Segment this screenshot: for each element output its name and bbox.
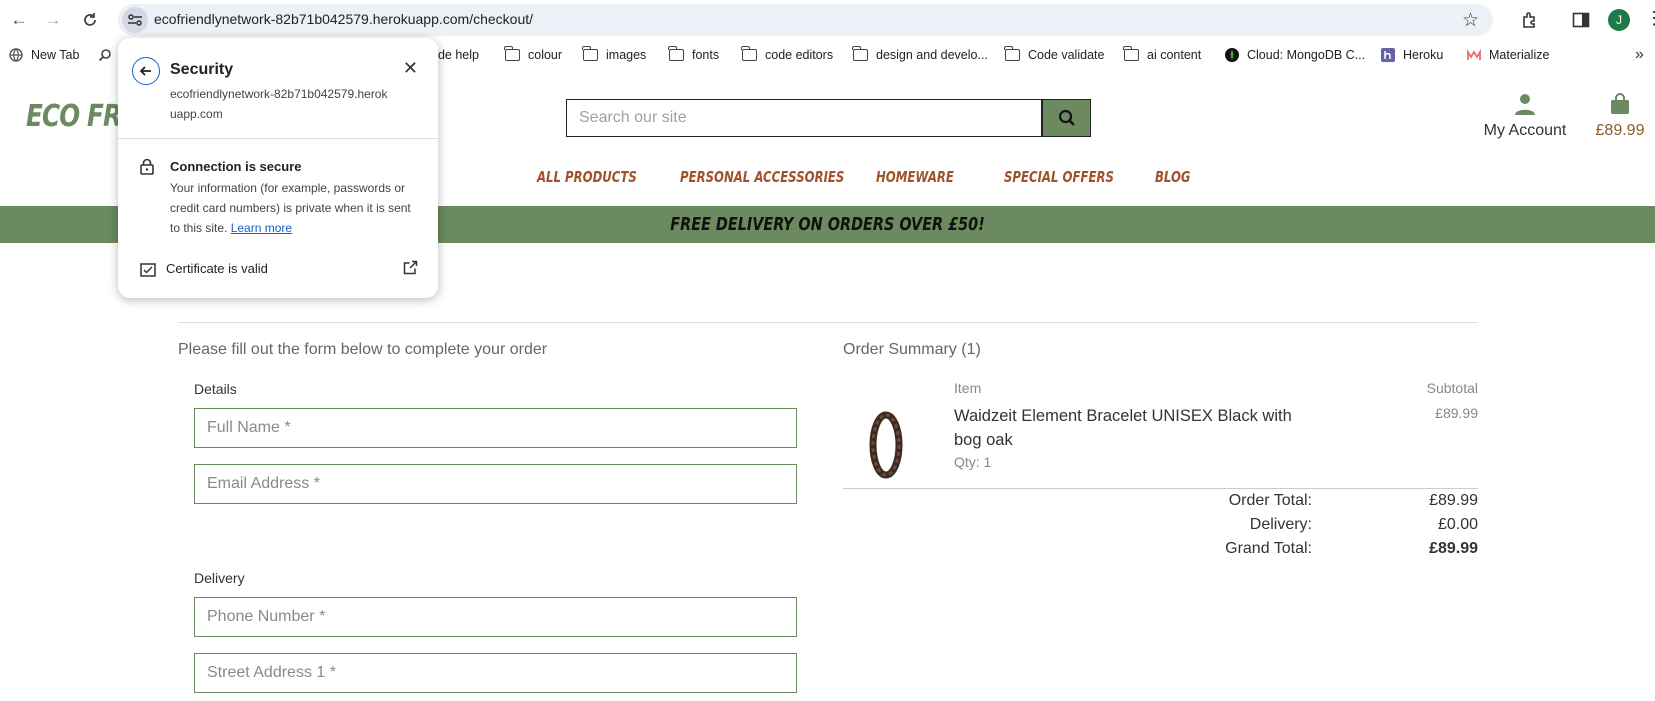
user-icon <box>1515 94 1535 115</box>
bookmark-heroku[interactable]: Heroku <box>1381 48 1443 62</box>
bookmark-search[interactable] <box>98 48 112 62</box>
bookmark-new-tab[interactable]: New Tab <box>9 48 79 62</box>
bookmark-star-icon[interactable]: ☆ <box>1462 9 1479 32</box>
search-icon <box>98 49 111 62</box>
folder-icon <box>852 46 868 61</box>
materialize-icon <box>1467 49 1481 60</box>
email-field[interactable] <box>194 464 797 504</box>
side-panel-icon[interactable] <box>1570 9 1592 31</box>
bookmark-code-editors[interactable]: code editors <box>741 46 833 62</box>
form-intro-text: Please fill out the form below to comple… <box>178 341 548 358</box>
cart-link[interactable]: £89.99 <box>1590 93 1650 140</box>
search-input[interactable] <box>566 99 1042 137</box>
folder-icon <box>504 46 520 61</box>
bookmark-materialize[interactable]: Materialize <box>1467 48 1549 62</box>
bookmark-colour[interactable]: colour <box>504 46 562 62</box>
certificate-icon <box>140 263 156 282</box>
item-column-header: Item <box>954 380 982 396</box>
reload-icon[interactable] <box>78 8 102 32</box>
site-search <box>566 99 1091 137</box>
grand-total-label: Grand Total: <box>1225 540 1312 557</box>
product-name: Waidzeit Element Bracelet UNISEX Black w… <box>954 407 1292 449</box>
more-bookmarks-icon[interactable]: » <box>1635 46 1644 64</box>
address-bar[interactable]: ecofriendlynetwork-82b71b042579.herokuap… <box>118 4 1493 36</box>
divider <box>178 322 1478 323</box>
bookmark-code-validate[interactable]: Code validate <box>1004 46 1104 62</box>
grand-total-value: £89.99 <box>1429 540 1478 557</box>
connection-secure-title: Connection is secure <box>170 159 302 174</box>
back-arrow-icon[interactable]: ← <box>7 8 31 32</box>
my-account-link[interactable]: My Account <box>1480 93 1570 140</box>
nav-all-products[interactable]: ALL PRODUCTS <box>537 168 637 186</box>
mongodb-leaf-icon <box>1225 48 1239 62</box>
url-text[interactable]: ecofriendlynetwork-82b71b042579.herokuap… <box>154 11 533 27</box>
folder-icon <box>1004 46 1020 61</box>
product-qty: Qty: 1 <box>954 454 992 470</box>
external-link-icon[interactable] <box>403 260 418 280</box>
search-icon <box>1058 109 1075 126</box>
lock-icon <box>140 158 154 180</box>
bookmark-images[interactable]: images <box>582 46 646 62</box>
delivery-cost-value: £0.00 <box>1437 516 1478 533</box>
order-total-label: Order Total: <box>1228 492 1312 509</box>
browser-menu-icon[interactable]: ⋮ <box>1645 8 1655 29</box>
popup-divider <box>118 138 438 139</box>
globe-icon <box>9 48 23 62</box>
folder-icon <box>741 46 757 61</box>
folder-icon <box>668 46 684 61</box>
nav-homeware[interactable]: HOMEWARE <box>876 168 954 186</box>
browser-toolbar: ← → ecofriendlynetwork-82b71b042579.hero… <box>0 0 1655 40</box>
bookmark-mongodb[interactable]: Cloud: MongoDB C... <box>1225 48 1365 62</box>
popup-back-button[interactable] <box>132 57 160 85</box>
street-address-1-field[interactable] <box>194 653 797 693</box>
arrow-left-icon <box>139 66 151 76</box>
connection-secure-body: Your information (for example, passwords… <box>170 181 411 235</box>
heroku-icon <box>1381 48 1395 62</box>
summary-divider <box>843 488 1478 489</box>
security-popup: Security ecofriendlynetwork-82b71b042579… <box>118 38 438 298</box>
forward-arrow-icon[interactable]: → <box>41 8 65 32</box>
certificate-valid-item[interactable]: Certificate is valid <box>166 261 268 276</box>
search-button[interactable] <box>1042 99 1091 137</box>
folder-icon <box>1123 46 1139 61</box>
details-section-label: Details <box>194 381 237 397</box>
bookmark-fonts[interactable]: fonts <box>668 46 719 62</box>
bookmark-code-help[interactable]: ode help <box>431 48 479 62</box>
phone-field[interactable] <box>194 597 797 637</box>
site-info-icon[interactable] <box>122 7 148 33</box>
popup-title: Security <box>170 61 234 78</box>
profile-avatar[interactable]: J <box>1608 9 1630 31</box>
subtotal-column-header: Subtotal <box>1426 380 1478 396</box>
bookmark-ai-content[interactable]: ai content <box>1123 46 1201 62</box>
extensions-icon[interactable] <box>1519 9 1541 31</box>
banner-text: FREE DELIVERY ON ORDERS OVER £50! <box>670 214 985 235</box>
close-icon[interactable]: ✕ <box>403 58 418 79</box>
bookmark-design-and-develo[interactable]: design and develo... <box>852 46 988 62</box>
delivery-cost-label: Delivery: <box>1249 516 1312 533</box>
popup-hostname: ecofriendlynetwork-82b71b042579.herokuap… <box>170 87 388 121</box>
nav-personal-accessories[interactable]: PERSONAL ACCESSORIES <box>680 168 844 186</box>
product-subtotal: £89.99 <box>1435 405 1478 421</box>
full-name-field[interactable] <box>194 408 797 448</box>
order-summary-title: Order Summary (1) <box>843 341 981 358</box>
learn-more-link[interactable]: Learn more <box>231 221 292 235</box>
shopping-bag-icon <box>1611 93 1629 114</box>
folder-icon <box>582 46 598 61</box>
nav-special-offers[interactable]: SPECIAL OFFERS <box>1004 168 1114 186</box>
product-image <box>866 411 906 479</box>
delivery-section-label: Delivery <box>194 570 245 586</box>
order-total-value: £89.99 <box>1429 492 1478 509</box>
nav-blog[interactable]: BLOG <box>1155 168 1191 186</box>
